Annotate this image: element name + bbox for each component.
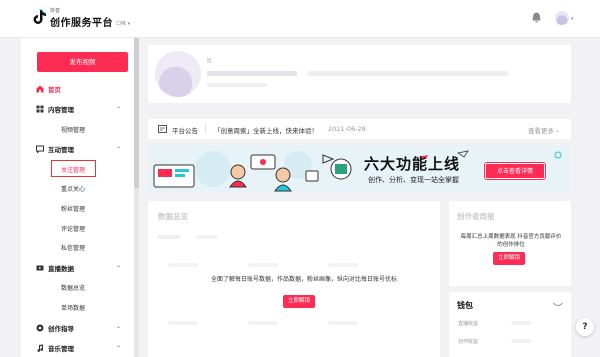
data-overview-lock-text: 全面了解每日账号数据，作品数据，粉丝画像，纵向对比每日账号优标 (210, 276, 397, 283)
home-icon (36, 85, 44, 93)
data-metric-blur-4 (168, 321, 198, 325)
content-caret-icon[interactable]: ⌃ (116, 106, 121, 113)
notice-label: 平台公告 (172, 127, 198, 135)
sidebar-item-data-overview[interactable]: 数据总览 (61, 283, 85, 292)
wallet-title: 钱包 (457, 301, 473, 310)
help-button[interactable]: ? (576, 318, 594, 336)
sidebar-group-live-data-label: 直播数据 (48, 265, 74, 273)
chat-icon (36, 145, 44, 153)
sidebar-group-music[interactable]: 音乐管理 (36, 343, 74, 353)
sidebar-item-single-session[interactable]: 单场数据 (61, 303, 85, 312)
creator-weekly-unlock-button[interactable]: 立即解锁 (493, 252, 525, 265)
sidebar-group-music-label: 音乐管理 (48, 345, 74, 353)
avatar-caret-icon[interactable]: ▾ (571, 16, 574, 22)
douyin-logo-icon[interactable] (33, 9, 47, 25)
sidebar-group-interaction[interactable]: 互动管理 (36, 144, 74, 154)
live-data-caret-icon[interactable]: ⌃ (116, 265, 121, 272)
creator-weekly-card: 创作者周报 每周汇总上周数据表现 抖音官方贡献评价的创作排位 立即解锁 (449, 201, 571, 286)
notice-text[interactable]: 「创意周索」全新上线，快来体验！ (214, 125, 318, 135)
account-switch-label: 口味 (116, 21, 127, 27)
sidebar-scrollbar[interactable] (134, 38, 139, 357)
eye-hidden-icon[interactable] (553, 302, 563, 308)
tv-icon (36, 265, 44, 271)
sidebar-group-creation-guide-label: 创作指导 (48, 325, 74, 333)
logo-text[interactable]: 创作服务平台 (50, 14, 113, 29)
sidebar-item-message-manage[interactable]: 私信管理 (61, 243, 85, 252)
notice-divider (205, 125, 206, 133)
sidebar-group-live-data[interactable]: 直播数据 (36, 263, 74, 273)
grid-icon (36, 105, 44, 113)
data-metric-blur-3 (328, 263, 358, 267)
sidebar-group-interaction-label: 互动管理 (48, 146, 74, 154)
banner-subtitle: 创作、分析、变现一站全掌握 (368, 176, 459, 184)
notice-bar: 平台公告 「创意周索」全新上线，快来体验！ 2021-06-28 查看更多 › (148, 119, 571, 139)
bell-icon[interactable] (532, 12, 541, 23)
sidebar-item-home-label: 首页 (48, 86, 61, 94)
profile-stats-blur (207, 71, 297, 76)
top-bar: 抖音 创作服务平台 口味 ▾ ▾ (0, 0, 600, 38)
wallet-card: 钱包 直播收益 创作收益 (449, 292, 571, 357)
sidebar-item-comment-manage[interactable]: 评论管理 (61, 224, 85, 233)
interaction-caret-icon[interactable]: ⌃ (116, 146, 121, 153)
feature-banner[interactable]: 六大功能上线 创作、分析、变现一站全掌握 点击查看详情 (148, 145, 571, 193)
account-switch-caret-icon: ▾ (127, 21, 131, 27)
data-tab-blur-1 (158, 235, 180, 239)
wallet-row-creation-income: 创作收益 (458, 339, 479, 345)
profile-stats-blur-2 (308, 71, 508, 76)
sidebar-item-key-care[interactable]: 重点关心 (61, 184, 85, 193)
announcement-icon (158, 125, 167, 133)
data-metric-blur-1 (168, 263, 198, 267)
creator-weekly-desc: 每周汇总上周数据表现 抖音官方贡献评价的创作排位 (460, 234, 562, 248)
music-caret-icon[interactable]: ⌃ (116, 345, 121, 352)
wallet-row-live-income: 直播收益 (458, 321, 479, 327)
creation-guide-caret-icon[interactable]: ⌄ (116, 323, 121, 330)
sidebar-item-home[interactable]: 首页 (36, 84, 61, 94)
sidebar-item-fans-manage[interactable]: 粉丝管理 (61, 204, 85, 213)
profile-avatar[interactable] (155, 51, 201, 97)
sidebar-item-video-manage[interactable]: 视频管理 (61, 125, 85, 134)
publish-video-button[interactable]: 发布视频 (37, 52, 128, 72)
profile-card: lt (148, 45, 571, 103)
sidebar-group-content[interactable]: 内容管理 (36, 104, 74, 114)
account-switch[interactable]: 口味 ▾ (116, 20, 130, 27)
wallet-value-blur-2 (511, 339, 531, 343)
notice-more-link[interactable]: 查看更多 › (528, 125, 559, 135)
music-icon (37, 344, 44, 352)
profile-name: lt (207, 57, 212, 65)
banner-details-button[interactable]: 点击查看详情 (484, 162, 546, 180)
compass-icon (36, 324, 44, 332)
selection-highlight-box (51, 160, 96, 177)
logo-small-text: 抖音 (50, 8, 61, 14)
sidebar-group-creation-guide[interactable]: 创作指导 (36, 323, 74, 333)
data-overview-card: 数据总览 全面了解每日账号数据，作品数据，粉丝画像，纵向对比每日账号优标 立即解… (148, 201, 440, 357)
creator-weekly-title: 创作者周报 (457, 212, 495, 221)
profile-desc-blur (207, 83, 267, 87)
data-overview-unlock-button[interactable]: 立即解锁 (283, 295, 315, 308)
sidebar-scrollbar-thumb[interactable] (134, 38, 139, 188)
user-avatar[interactable] (555, 11, 569, 25)
data-tab-blur-2 (196, 235, 218, 239)
data-metric-blur-6 (328, 321, 358, 325)
sidebar-group-content-label: 内容管理 (48, 106, 74, 114)
data-metric-blur-2 (248, 263, 278, 267)
banner-title: 六大功能上线 (364, 155, 461, 173)
data-overview-title: 数据总览 (158, 212, 188, 221)
wallet-value-blur-1 (511, 321, 531, 325)
data-metric-blur-5 (248, 321, 278, 325)
sidebar: 发布视频 首页 内容管理 ⌃ 视频管理 互动管理 ⌃ 关注管理 重点关心 粉丝管… (21, 38, 134, 357)
notice-date: 2021-06-28 (328, 125, 366, 133)
